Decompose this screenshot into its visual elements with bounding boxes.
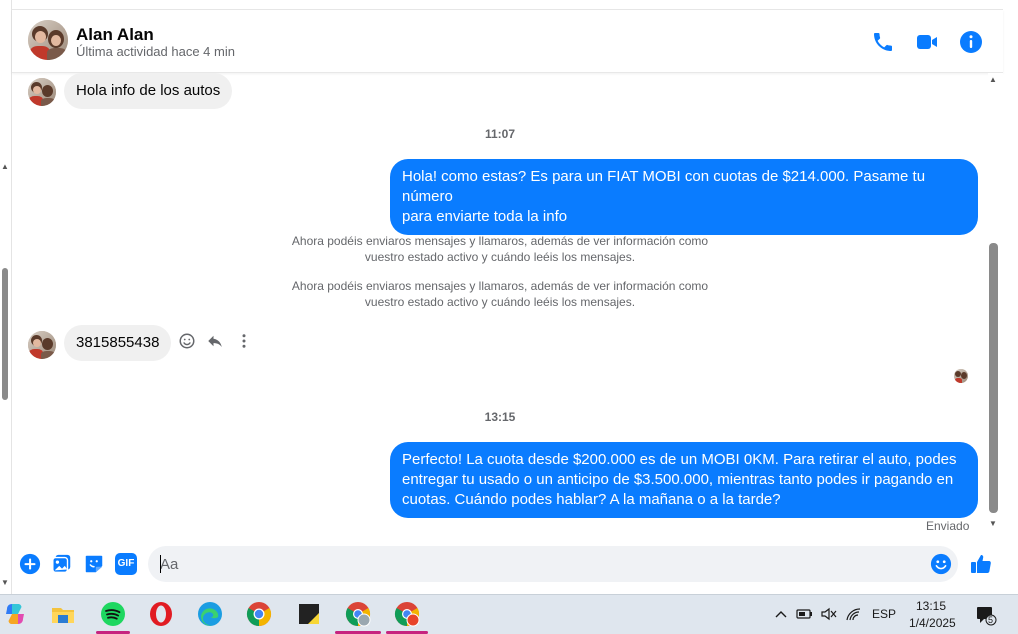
clock-date[interactable]: 1/4/2025 [909, 616, 956, 630]
message-list[interactable]: Hola info de los autos 11:07 Hola! como … [12, 73, 988, 538]
copilot-icon[interactable] [2, 601, 28, 627]
info-icon[interactable] [959, 30, 983, 54]
conversation-header: Alan Alan Última actividad hace 4 min [12, 10, 1003, 73]
battery-plug-icon[interactable] [796, 606, 814, 622]
add-icon[interactable] [19, 553, 41, 575]
message-line: Hola! como estas? Es para un FIAT MOBI c… [402, 168, 926, 205]
sender-avatar[interactable] [28, 331, 56, 359]
image-icon[interactable] [51, 553, 73, 575]
messenger-window: ▲ ▼ Alan Alan Última actividad hace 4 mi… [0, 0, 1018, 594]
message-line: entregar tu usado o un anticipo de $3.50… [402, 471, 954, 488]
input-language[interactable]: ESP [872, 607, 896, 621]
scroll-down-arrow-icon[interactable]: ▼ [1, 578, 9, 587]
scroll-down-arrow-icon[interactable]: ▼ [989, 519, 997, 528]
sticky-notes-icon[interactable] [296, 601, 322, 627]
scroll-up-arrow-icon[interactable]: ▲ [1, 162, 9, 171]
chrome-profile-2-icon[interactable] [394, 601, 420, 627]
phone-icon[interactable] [871, 30, 895, 54]
message-line: para enviarte toda la info [402, 208, 568, 225]
message-line: Perfecto! La cuota desde $200.000 es de … [402, 451, 957, 468]
sender-avatar[interactable] [28, 78, 56, 106]
sticker-icon[interactable] [83, 553, 105, 575]
chevron-up-icon[interactable] [774, 608, 788, 620]
react-emoji-icon[interactable] [178, 332, 196, 350]
more-options-icon[interactable] [235, 332, 253, 350]
chrome-icon[interactable] [246, 601, 272, 627]
edge-icon[interactable] [197, 601, 223, 627]
chat-scrollbar-thumb[interactable] [989, 243, 998, 513]
notice-line: Ahora podéis enviaros mensajes y llamaro… [291, 234, 709, 248]
reply-icon[interactable] [206, 332, 224, 350]
notice-line: vuestro estado activo y cuándo leéis los… [364, 250, 636, 264]
message-input-container[interactable] [148, 546, 958, 582]
left-scrollbar-thumb[interactable] [2, 268, 8, 400]
incoming-message[interactable]: 3815855438 [64, 325, 172, 361]
notice-line: vuestro estado activo y cuándo leéis los… [364, 295, 636, 309]
contact-name[interactable]: Alan Alan [76, 25, 154, 45]
notification-count: 5 [988, 615, 994, 625]
left-scrollbar[interactable]: ▲ ▼ [0, 0, 12, 594]
windows-taskbar: ESP 13:15 1/4/2025 5 [0, 594, 1018, 634]
contact-avatar[interactable] [28, 20, 68, 60]
privacy-notice: Ahora podéis enviaros mensajes y llamaro… [12, 233, 988, 265]
chat-scrollbar[interactable]: ▲ ▼ [988, 73, 1003, 538]
message-input[interactable] [160, 546, 920, 582]
privacy-notice: Ahora podéis enviaros mensajes y llamaro… [12, 278, 988, 310]
wifi-icon[interactable] [845, 606, 863, 622]
notice-line: Ahora podéis enviaros mensajes y llamaro… [291, 279, 709, 293]
chrome-profile-icon[interactable] [345, 601, 371, 627]
video-camera-icon[interactable] [915, 30, 939, 54]
spotify-icon[interactable] [100, 601, 126, 627]
top-strip [12, 0, 1003, 10]
contact-status: Última actividad hace 4 min [76, 44, 235, 59]
emoji-icon[interactable] [930, 553, 952, 575]
like-icon[interactable] [969, 552, 993, 576]
notifications-icon[interactable] [975, 604, 997, 626]
message-timestamp: 11:07 [484, 127, 516, 141]
message-composer: GIF [12, 540, 1003, 594]
gif-icon[interactable]: GIF [115, 553, 137, 575]
speaker-muted-icon[interactable] [820, 606, 838, 622]
text-caret [160, 555, 161, 573]
outgoing-message[interactable]: Perfecto! La cuota desde $200.000 es de … [390, 442, 978, 518]
message-line: cuotas. Cuándo podes hablar? A la mañana… [402, 491, 781, 508]
file-explorer-icon[interactable] [50, 601, 76, 627]
message-timestamp: 13:15 [484, 410, 516, 424]
outgoing-message[interactable]: Hola! como estas? Es para un FIAT MOBI c… [390, 159, 978, 235]
sent-status: Enviado [926, 519, 970, 533]
scroll-up-arrow-icon[interactable]: ▲ [989, 75, 997, 84]
incoming-message[interactable]: Hola info de los autos [64, 73, 233, 109]
clock-time[interactable]: 13:15 [916, 599, 946, 613]
opera-icon[interactable] [148, 601, 174, 627]
seen-avatar [954, 369, 968, 383]
